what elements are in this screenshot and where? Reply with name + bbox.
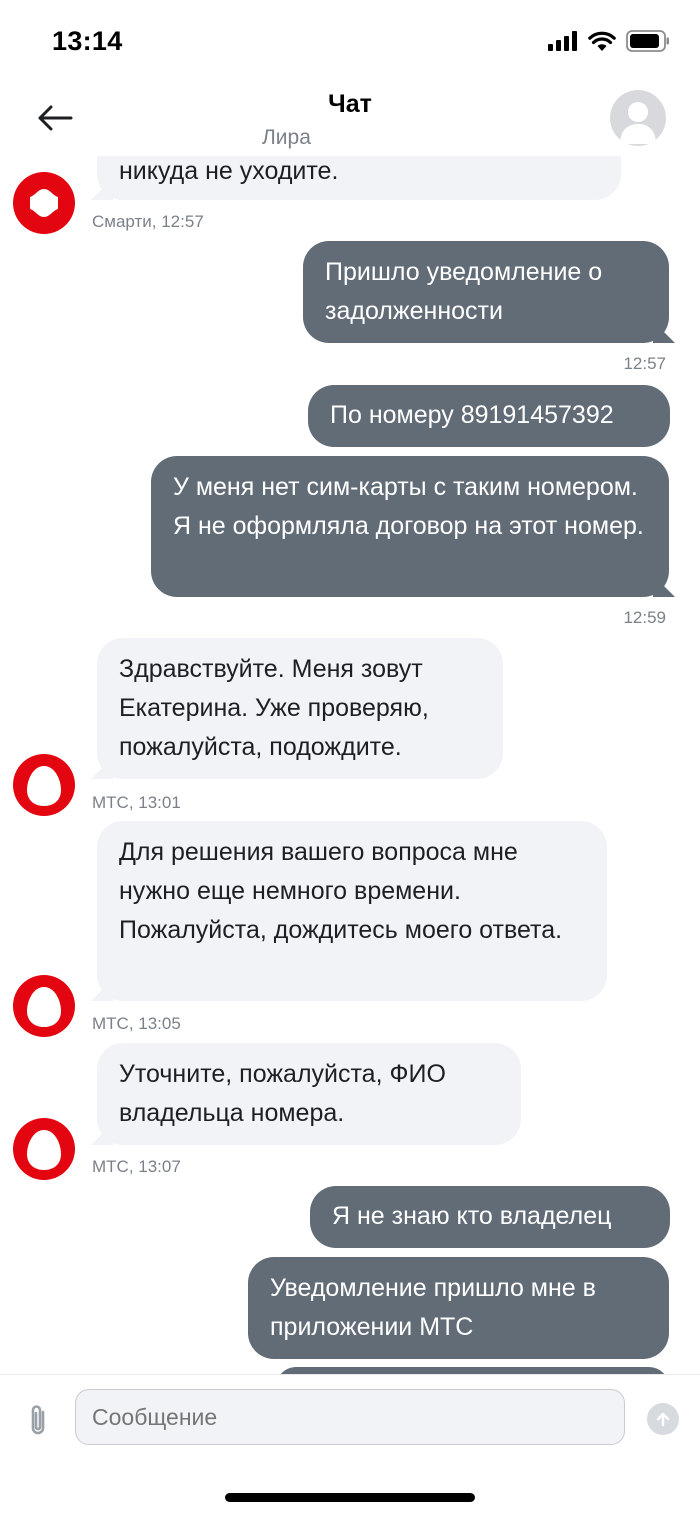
chat-header: Чат Лира	[0, 84, 700, 156]
mts-egg-logo-icon	[27, 987, 61, 1027]
outgoing-message: У меня нет сим-карты с таким номером. Я …	[151, 456, 669, 597]
outgoing-message-partial	[276, 1367, 669, 1374]
battery-icon	[626, 30, 669, 52]
message-text: Уведомление пришло мне в приложении МТС	[270, 1274, 596, 1341]
status-icons	[548, 30, 670, 52]
paperclip-icon	[31, 1405, 45, 1435]
mts-egg-logo-icon	[27, 1130, 61, 1170]
message-input[interactable]	[75, 1389, 625, 1445]
wifi-icon	[588, 31, 616, 51]
message-text: Для решения вашего вопроса мне нужно еще…	[119, 838, 563, 944]
message-time: 12:59	[623, 608, 666, 627]
user-avatar-icon	[620, 102, 656, 144]
send-button[interactable]	[647, 1403, 679, 1435]
outgoing-message: Пришло уведомление о задолженности	[303, 241, 669, 343]
chat-messages[interactable]: никуда не уходите. Смарти, 12:57 Пришло …	[0, 156, 700, 1374]
attach-button[interactable]	[22, 1403, 54, 1439]
message-text: У меня нет сим-карты с таким номером. Я …	[173, 473, 644, 540]
message-meta: Смарти, 12:57	[92, 212, 204, 231]
message-text: Я не знаю кто владелец	[332, 1202, 612, 1230]
arrow-up-icon	[656, 1412, 670, 1427]
incoming-message: Для решения вашего вопроса мне нужно еще…	[97, 821, 607, 1001]
message-meta: МТС, 13:07	[92, 1157, 181, 1176]
message-meta: МТС, 13:05	[92, 1014, 181, 1033]
smarti-logo-icon	[30, 189, 58, 217]
mts-avatar	[13, 1118, 75, 1180]
mts-egg-logo-icon	[27, 766, 61, 806]
incoming-message: Здравствуйте. Меня зовут Екатерина. Уже …	[97, 638, 503, 779]
message-text: никуда не уходите.	[119, 157, 339, 185]
mts-avatar	[13, 975, 75, 1037]
chat-subtitle: Лира	[262, 126, 311, 149]
status-bar: 13:14	[0, 0, 700, 84]
signal-icon	[548, 31, 577, 51]
home-indicator	[225, 1493, 475, 1502]
mts-avatar	[13, 754, 75, 816]
message-text: По номеру 89191457392	[330, 401, 614, 429]
page-title: Чат	[328, 90, 372, 118]
message-meta: МТС, 13:01	[92, 793, 181, 812]
outgoing-message: Я не знаю кто владелец	[310, 1186, 670, 1248]
message-text: Здравствуйте. Меня зовут Екатерина. Уже …	[119, 655, 429, 761]
message-text: Пришло уведомление о задолженности	[325, 258, 603, 325]
incoming-message: Уточните, пожалуйста, ФИО владельца номе…	[97, 1043, 521, 1145]
avatar[interactable]	[610, 90, 666, 146]
outgoing-message: По номеру 89191457392	[308, 385, 670, 447]
incoming-message: никуда не уходите.	[97, 156, 621, 200]
message-time: 12:57	[623, 354, 666, 373]
smarti-avatar	[13, 172, 75, 234]
outgoing-message: Уведомление пришло мне в приложении МТС	[248, 1257, 669, 1359]
message-composer	[0, 1374, 700, 1515]
status-time: 13:14	[52, 26, 123, 56]
message-text: Уточните, пожалуйста, ФИО владельца номе…	[119, 1060, 446, 1127]
